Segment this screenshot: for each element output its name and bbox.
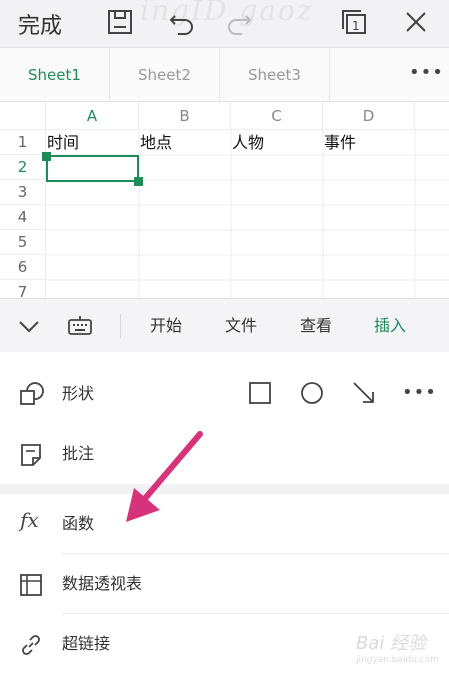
done-button[interactable]: 完成 — [18, 8, 62, 40]
selection-handle-bottom-right[interactable] — [134, 177, 143, 186]
chevron-down-icon[interactable] — [16, 313, 42, 339]
menu-tab-view[interactable]: 查看 — [300, 299, 332, 353]
arrow-line-icon[interactable] — [350, 379, 378, 407]
column-header-c[interactable]: C — [231, 102, 323, 130]
insert-pivot-table-label: 数据透视表 — [62, 574, 143, 593]
sheet-tab-2[interactable]: Sheet2 — [110, 48, 220, 102]
cell-c1[interactable]: 人物 — [231, 130, 323, 155]
comment-icon — [18, 442, 44, 468]
row-header-6[interactable]: 6 — [0, 255, 46, 280]
top-toolbar: ingID gaoz 完成 1 — [0, 0, 449, 48]
function-icon: fx — [20, 508, 39, 532]
selection-handle-top-left[interactable] — [42, 152, 51, 161]
baidu-watermark: Bai 经验 jingyan.baidu.com — [356, 629, 439, 665]
insert-comment-label: 批注 — [62, 444, 95, 463]
save-icon[interactable] — [104, 6, 136, 38]
menu-tab-file[interactable]: 文件 — [225, 299, 257, 353]
insert-comment-item[interactable]: 批注 — [0, 424, 449, 484]
shape-icon — [18, 382, 44, 408]
selected-cell-a2[interactable] — [46, 155, 139, 182]
column-header-e[interactable] — [415, 102, 449, 130]
column-header-d[interactable]: D — [323, 102, 415, 130]
cell-d1[interactable]: 事件 — [323, 130, 415, 155]
baidu-watermark-brand: Bai 经验 — [355, 633, 427, 654]
bottom-menu-bar: 开始 文件 查看 插入 — [0, 298, 449, 352]
cell-b1[interactable]: 地点 — [139, 130, 231, 155]
sheet-more-button[interactable]: ••• — [409, 62, 443, 88]
circle-icon[interactable] — [298, 379, 326, 407]
insert-shape-label: 形状 — [62, 384, 95, 403]
row-header-3[interactable]: 3 — [0, 180, 46, 205]
insert-hyperlink-label: 超链接 — [62, 634, 111, 653]
column-header-b[interactable]: B — [139, 102, 231, 130]
row-header-5[interactable]: 5 — [0, 230, 46, 255]
spreadsheet-grid[interactable]: A B C D 1 2 3 4 5 6 7 时间 地点 人物 事件 — [0, 102, 449, 298]
sheet-count: 1 — [352, 19, 360, 33]
pivot-table-icon — [18, 572, 44, 598]
sheet-tabs: Sheet1 Sheet2 Sheet3 ••• — [0, 48, 449, 102]
annotation-arrow-icon — [126, 431, 203, 522]
square-icon[interactable] — [246, 379, 274, 407]
row-header-1[interactable]: 1 — [0, 130, 46, 155]
column-header-a[interactable]: A — [46, 102, 139, 130]
insert-panel: 形状 ••• 批注 fx 函数 数据透视表 超链接 — [0, 352, 449, 673]
hyperlink-icon — [18, 632, 44, 658]
insert-pivot-table-item[interactable]: 数据透视表 — [0, 554, 449, 614]
row-header-7[interactable]: 7 — [0, 280, 46, 298]
menu-tab-start[interactable]: 开始 — [150, 299, 182, 353]
row-header-2[interactable]: 2 — [0, 155, 46, 180]
corner-cell[interactable] — [0, 102, 46, 130]
insert-shape-item[interactable]: 形状 ••• — [0, 364, 449, 424]
redo-icon[interactable] — [222, 6, 254, 38]
insert-function-item[interactable]: fx 函数 — [0, 494, 449, 554]
sheet-tab-3[interactable]: Sheet3 — [220, 48, 330, 102]
insert-function-label: 函数 — [62, 514, 95, 533]
menu-tab-insert[interactable]: 插入 — [374, 299, 406, 353]
cell-a1[interactable]: 时间 — [46, 130, 139, 155]
undo-icon[interactable] — [166, 6, 198, 38]
shape-more-button[interactable]: ••• — [402, 379, 436, 407]
keyboard-icon[interactable] — [66, 313, 94, 339]
row-header-4[interactable]: 4 — [0, 205, 46, 230]
sheet-count-icon[interactable]: 1 — [338, 6, 370, 38]
section-gap — [0, 484, 449, 494]
sheet-tab-1[interactable]: Sheet1 — [0, 48, 110, 102]
menu-divider — [120, 314, 121, 338]
baidu-watermark-url: jingyan.baidu.com — [355, 655, 439, 665]
close-icon[interactable] — [400, 6, 432, 38]
